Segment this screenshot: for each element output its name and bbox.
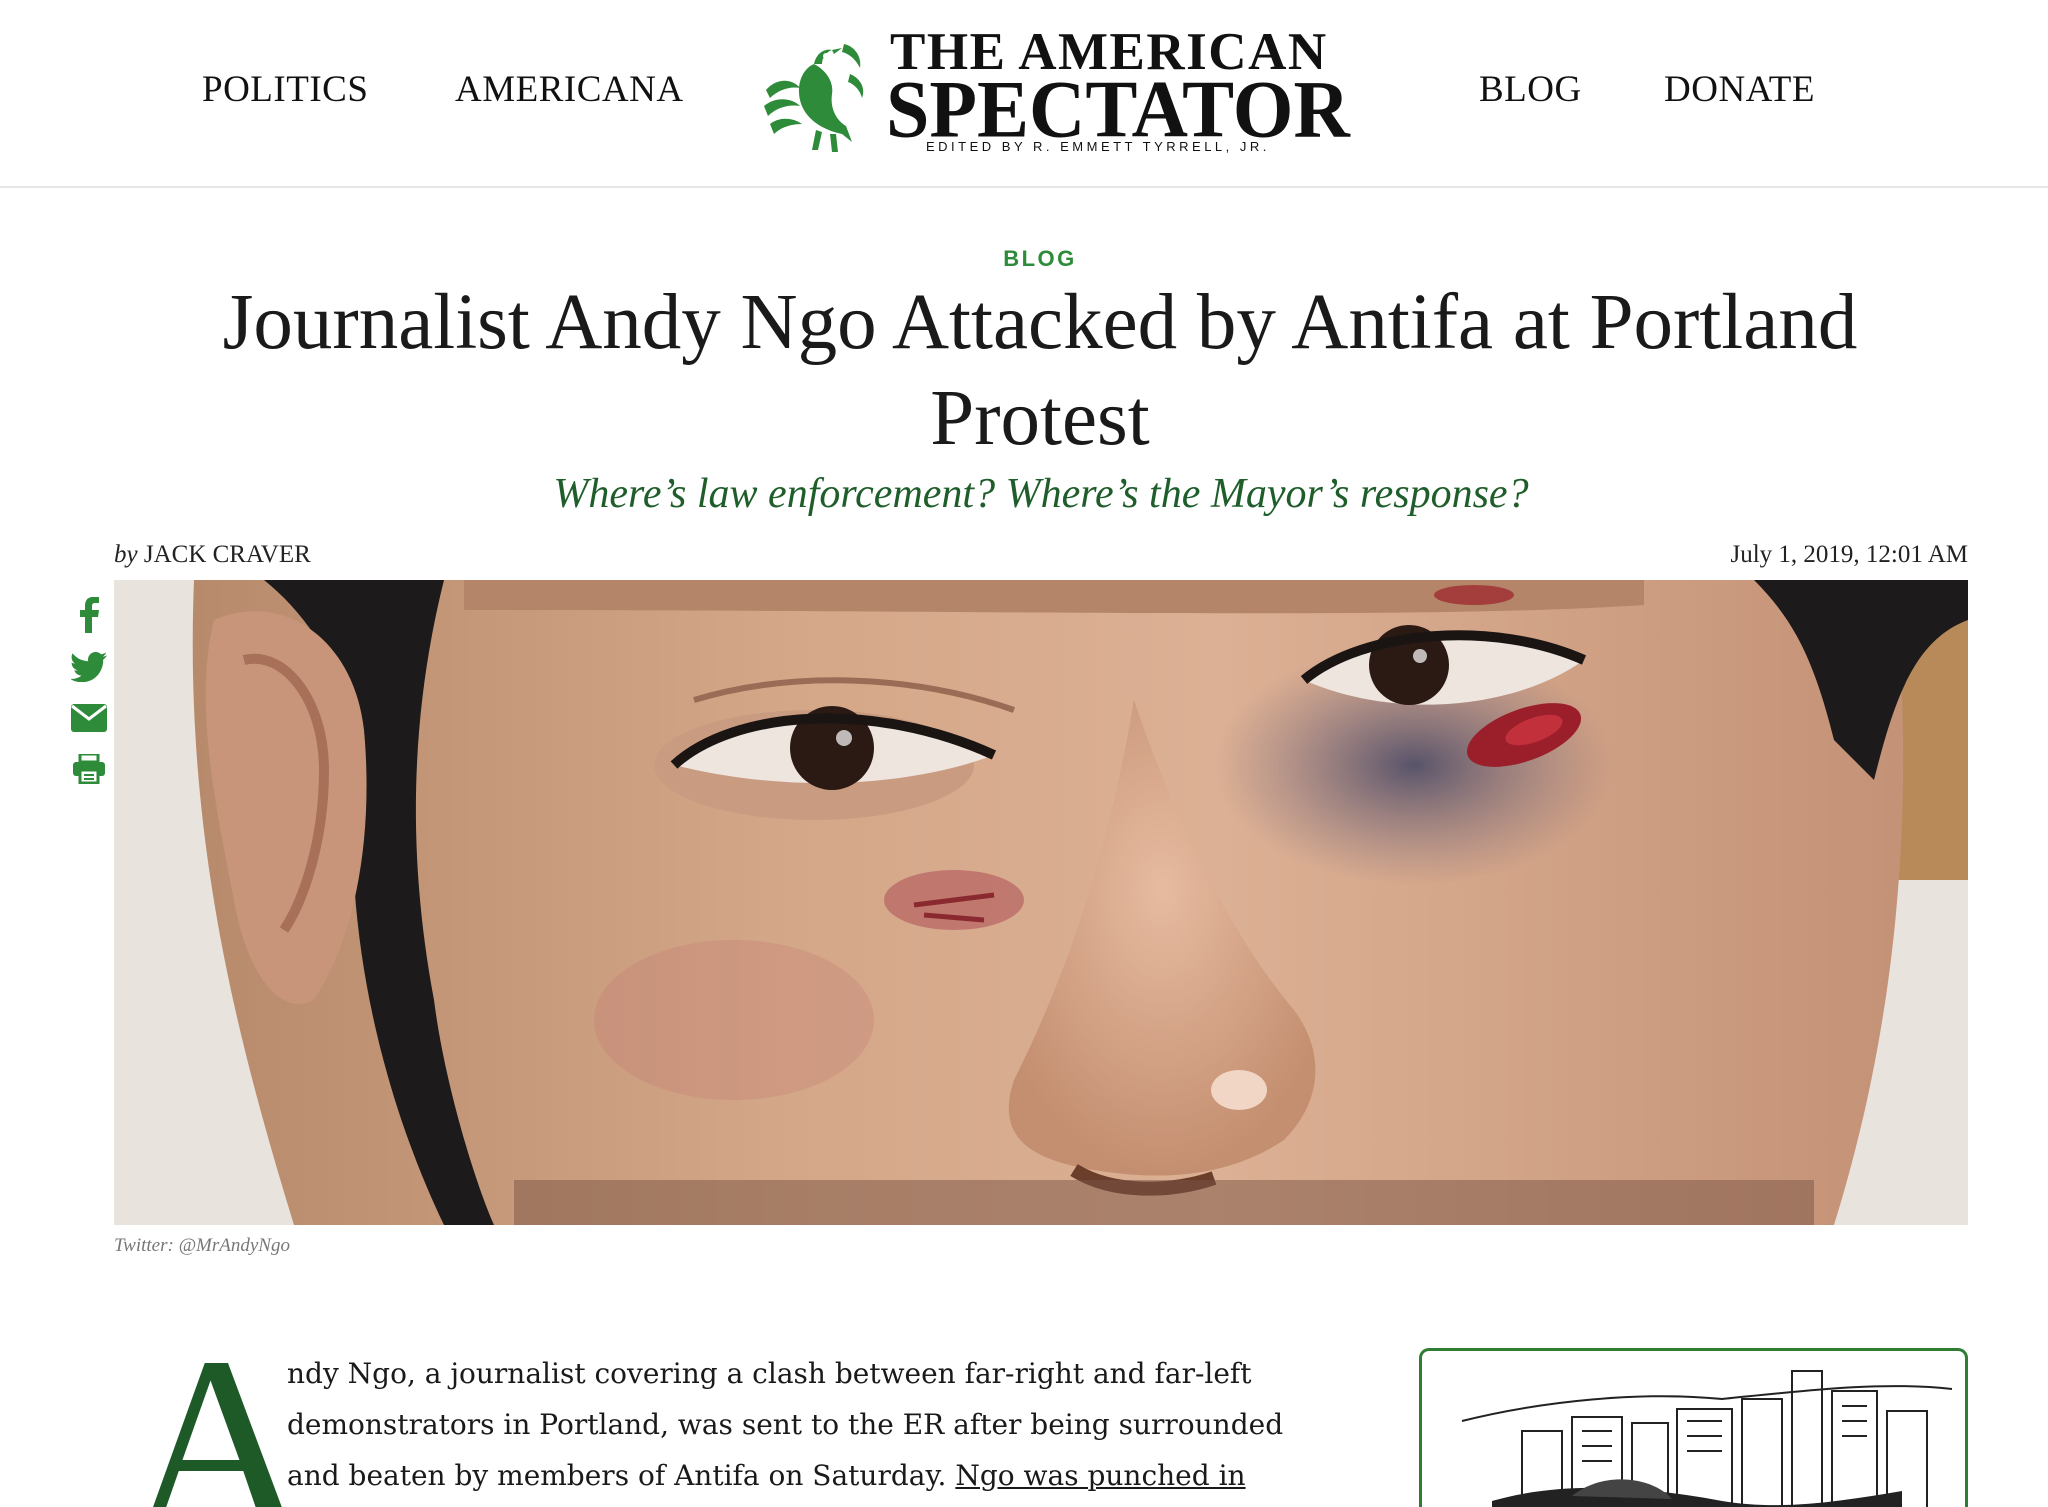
nav-blog[interactable]: BLOG	[1479, 68, 1582, 111]
site-logo[interactable]: THE AMERICAN SPECTATOR EDITED BY R. EMME…	[756, 24, 1350, 164]
nav-donate[interactable]: DONATE	[1664, 68, 1815, 111]
city-illustration	[1461, 1370, 1953, 1507]
photo-caption: Twitter: @MrAndyNgo	[114, 1235, 290, 1256]
email-icon	[71, 704, 107, 732]
print-icon	[73, 754, 105, 784]
share-facebook-button[interactable]	[70, 596, 108, 634]
twitter-icon	[71, 652, 107, 682]
article-headline: Journalist Andy Ngo Attacked by Antifa a…	[222, 279, 1858, 462]
article-body-paragraph: ndy Ngo, a journalist covering a clash b…	[287, 1348, 1287, 1507]
share-twitter-button[interactable]	[70, 648, 108, 686]
article-photo[interactable]	[114, 580, 1968, 1225]
byline: by JACK CRAVER	[114, 541, 311, 569]
drop-cap: A	[128, 1306, 309, 1507]
share-print-button[interactable]	[70, 750, 108, 788]
author-name[interactable]: JACK CRAVER	[144, 541, 311, 568]
article-subhead: Where’s law enforcement? Where’s the May…	[553, 471, 1529, 517]
nav-politics[interactable]: POLITICS	[202, 68, 368, 111]
share-email-button[interactable]	[70, 699, 108, 737]
publish-date: July 1, 2019, 12:01 AM	[1730, 541, 1968, 568]
site-header: POLITICS AMERICANA THE AMERICAN SPECTATO…	[0, 0, 2048, 188]
sidebar-promo-card[interactable]	[1419, 1348, 1968, 1507]
nav-americana[interactable]: AMERICANA	[455, 68, 684, 111]
article-category[interactable]: BLOG	[0, 246, 2048, 272]
byline-prefix: by	[114, 541, 138, 568]
logo-tagline: EDITED BY R. EMMETT TYRRELL, JR.	[926, 139, 1270, 154]
logo-title-line2: SPECTATOR	[886, 62, 1350, 155]
facebook-icon	[80, 597, 99, 633]
bird-logo-icon	[764, 44, 864, 152]
injured-face-photo	[114, 580, 1968, 1225]
